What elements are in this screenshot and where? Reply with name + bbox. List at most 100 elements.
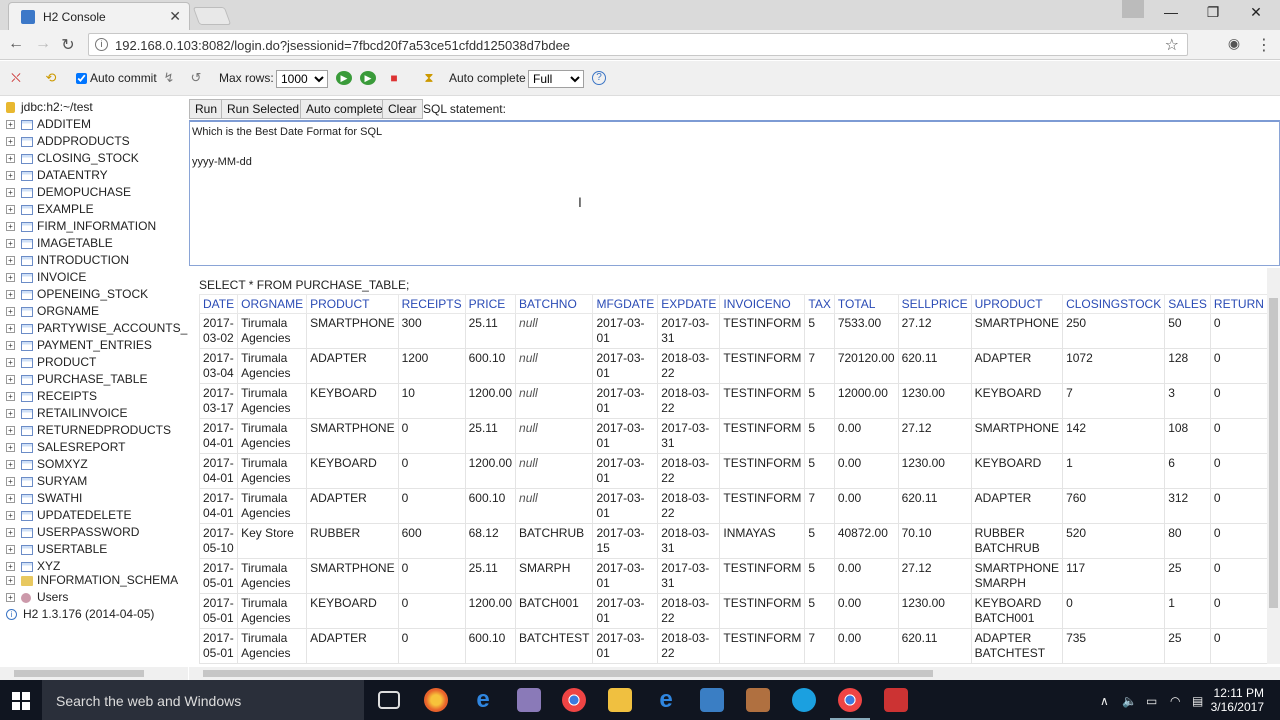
- stop-icon[interactable]: ■: [386, 71, 402, 85]
- app3-icon[interactable]: [884, 688, 908, 712]
- run-selected-icon[interactable]: ▶: [360, 71, 376, 85]
- tree-table-item[interactable]: + FIRM_INFORMATION: [6, 219, 156, 236]
- tree-table-item[interactable]: + RETURNEDPRODUCTS: [6, 423, 171, 440]
- expand-icon[interactable]: +: [6, 562, 15, 572]
- results-horizontal-scrollbar[interactable]: [189, 667, 1280, 680]
- firefox-icon[interactable]: [424, 688, 448, 712]
- edge-icon[interactable]: e: [471, 688, 495, 712]
- clock[interactable]: 12:11 PM 3/16/2017: [1211, 686, 1264, 714]
- expand-icon[interactable]: +: [6, 426, 15, 436]
- column-header[interactable]: RECEIPTS: [397, 294, 466, 314]
- store-icon[interactable]: [700, 688, 724, 712]
- auto-complete-select[interactable]: Full: [528, 70, 584, 88]
- tree-table-item[interactable]: + IMAGETABLE: [6, 236, 113, 253]
- skype-icon[interactable]: [792, 688, 816, 712]
- column-header[interactable]: EXPDATE: [657, 294, 721, 314]
- forward-arrow-icon[interactable]: →: [33, 35, 53, 53]
- tab-close-icon[interactable]: ✕: [169, 8, 181, 25]
- expand-icon[interactable]: +: [6, 290, 15, 300]
- expand-icon[interactable]: +: [6, 494, 15, 504]
- column-header[interactable]: INVOICENO: [719, 294, 806, 314]
- expand-icon[interactable]: +: [6, 239, 15, 249]
- start-windows-icon[interactable]: [12, 692, 30, 710]
- minimize-button[interactable]: —: [1156, 4, 1186, 20]
- tree-table-item[interactable]: + PURCHASE_TABLE: [6, 372, 147, 389]
- wifi-icon[interactable]: ◠: [1170, 694, 1180, 708]
- file-explorer-icon[interactable]: [608, 688, 632, 712]
- tree-table-item[interactable]: + RETAILINVOICE: [6, 406, 127, 423]
- column-header[interactable]: ORGNAME: [237, 294, 308, 314]
- task-view-icon[interactable]: [378, 691, 400, 709]
- tree-table-item[interactable]: + INTRODUCTION: [6, 253, 129, 270]
- tree-table-item[interactable]: + SALESREPORT: [6, 440, 125, 457]
- rollback-icon[interactable]: ↺: [188, 71, 204, 85]
- bookmark-star-icon[interactable]: ☆: [1165, 35, 1179, 55]
- tree-table-item[interactable]: + UPDATEDELETE: [6, 508, 131, 525]
- tree-table-item[interactable]: + CLOSING_STOCK: [6, 151, 139, 168]
- profile-icon[interactable]: [1122, 0, 1144, 18]
- reload-icon[interactable]: ↻: [58, 35, 78, 55]
- column-header[interactable]: PRICE: [464, 294, 517, 314]
- sql-editor[interactable]: Which is the Best Date Format for SQL yy…: [189, 120, 1280, 266]
- column-header[interactable]: TOTAL: [833, 294, 899, 314]
- tab-h2-console[interactable]: H2 Console ✕: [8, 2, 190, 30]
- tree-table-item[interactable]: + ADDITEM: [6, 117, 91, 134]
- ie-icon[interactable]: e: [654, 688, 678, 712]
- auto-complete-button[interactable]: Auto complete: [300, 99, 389, 119]
- column-header[interactable]: TAX: [804, 294, 835, 314]
- refresh-tree-icon[interactable]: ⟲: [43, 71, 59, 85]
- tree-table-item[interactable]: + PRODUCT: [6, 355, 96, 372]
- auto-commit-checkbox[interactable]: [76, 73, 87, 84]
- column-header[interactable]: DATE: [198, 294, 239, 314]
- tree-table-item[interactable]: + DEMOPUCHASE: [6, 185, 131, 202]
- run-selected-button[interactable]: Run Selected: [221, 99, 306, 119]
- expand-icon[interactable]: +: [6, 375, 15, 385]
- expand-icon[interactable]: +: [6, 341, 15, 351]
- clear-button[interactable]: Clear: [382, 99, 423, 119]
- app-icon[interactable]: [517, 688, 541, 712]
- column-header[interactable]: SELLPRICE: [897, 294, 972, 314]
- expand-icon[interactable]: +: [6, 307, 15, 317]
- menu-icon[interactable]: ⋮: [1254, 35, 1274, 55]
- expand-icon[interactable]: +: [6, 273, 15, 283]
- taskbar-search[interactable]: Search the web and Windows: [42, 680, 364, 720]
- expand-icon[interactable]: +: [6, 120, 15, 130]
- expand-icon[interactable]: +: [6, 511, 15, 521]
- expand-icon[interactable]: +: [6, 545, 15, 555]
- tree-table-item[interactable]: + SOMXYZ: [6, 457, 88, 474]
- column-header[interactable]: SALES: [1164, 294, 1211, 314]
- expand-icon[interactable]: +: [6, 188, 15, 198]
- help-icon[interactable]: ?: [592, 71, 606, 85]
- expand-icon[interactable]: +: [6, 137, 15, 147]
- expand-icon[interactable]: +: [6, 528, 15, 538]
- tree-table-item[interactable]: + PARTYWISE_ACCOUNTS_L: [6, 321, 188, 338]
- column-header[interactable]: CLOSINGSTOCK: [1062, 294, 1166, 314]
- tree-horizontal-scrollbar[interactable]: [0, 667, 188, 680]
- tree-connection[interactable]: jdbc:h2:~/test: [6, 100, 93, 117]
- extension-icon[interactable]: ◉: [1224, 35, 1244, 52]
- chrome-active-icon[interactable]: [830, 688, 870, 720]
- maximize-button[interactable]: ❐: [1198, 4, 1228, 21]
- tree-table-item[interactable]: + PAYMENT_ENTRIES: [6, 338, 152, 355]
- run-icon[interactable]: ▶: [336, 71, 352, 85]
- tree-table-item[interactable]: + USERTABLE: [6, 542, 107, 559]
- tree-table-item[interactable]: + INVOICE: [6, 270, 86, 287]
- results-vertical-scrollbar[interactable]: [1267, 268, 1280, 664]
- history-icon[interactable]: ⧗: [421, 71, 437, 85]
- expand-icon[interactable]: +: [6, 409, 15, 419]
- expand-icon[interactable]: +: [6, 324, 15, 334]
- tree-table-item[interactable]: + RECEIPTS: [6, 389, 97, 406]
- tree-table-item[interactable]: + USERPASSWORD: [6, 525, 139, 542]
- expand-icon[interactable]: +: [6, 593, 15, 603]
- tree-table-item[interactable]: + DATAENTRY: [6, 168, 108, 185]
- tree-table-item[interactable]: + ORGNAME: [6, 304, 99, 321]
- app2-icon[interactable]: [746, 688, 770, 712]
- disconnect-icon[interactable]: ⛌: [8, 71, 24, 85]
- expand-icon[interactable]: +: [6, 222, 15, 232]
- url-bar[interactable]: i 192.168.0.103:8082/login.do?jsessionid…: [88, 33, 1188, 56]
- commit-icon[interactable]: ↯: [161, 71, 177, 85]
- column-header[interactable]: PRODUCT: [306, 294, 399, 314]
- tree-table-item[interactable]: + ADDPRODUCTS: [6, 134, 130, 151]
- column-header[interactable]: MFGDATE: [592, 294, 659, 314]
- expand-icon[interactable]: +: [6, 154, 15, 164]
